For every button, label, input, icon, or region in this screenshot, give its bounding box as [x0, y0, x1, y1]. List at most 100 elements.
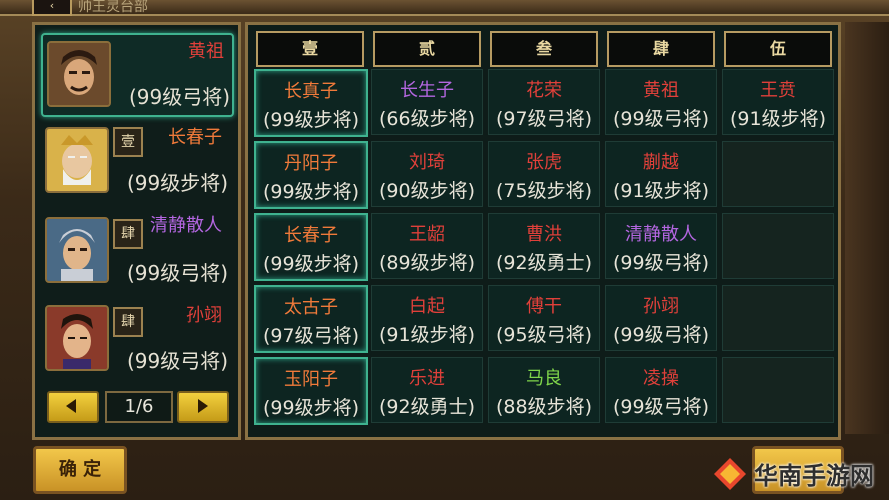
column-header-1: 壹 — [256, 31, 364, 67]
pager: 1/6 — [47, 391, 229, 423]
general-portrait — [45, 127, 109, 193]
cell-general-level: (66级步将) — [378, 108, 475, 130]
prev-page-button[interactable] — [47, 391, 99, 423]
general-card-4[interactable]: 肆 孙翊 (99级弓将) — [41, 299, 230, 379]
formation-grid-panel: 壹 贰 叁 肆 伍 长真子 (99级步将) 长生子 (66级步将) 花荣 (97级弓将) 黄… — [245, 22, 841, 440]
general-level: (99级步将) — [127, 171, 229, 195]
cell-general-level: (75级步将) — [495, 180, 592, 202]
grid-cell[interactable]: 白起 (91级步将) — [371, 285, 483, 351]
confirm-button[interactable]: 确 定 — [33, 446, 127, 494]
grid-cell[interactable]: 傅干 (95级弓将) — [488, 285, 600, 351]
cell-general-level: (95级弓将) — [495, 324, 592, 346]
cell-general-level: (99级步将) — [262, 253, 359, 275]
grid-cell[interactable]: 孙翊 (99级弓将) — [605, 285, 717, 351]
general-level: (99级弓将) — [127, 261, 229, 285]
cell-general-name: 张虎 — [526, 152, 562, 173]
cell-general-name: 刘琦 — [409, 152, 445, 173]
column-header-2: 贰 — [373, 31, 481, 67]
general-card-1[interactable]: 黄祖 (99级弓将) — [41, 33, 234, 117]
cell-general-name: 长生子 — [400, 80, 454, 101]
general-portrait — [47, 41, 111, 107]
cell-general-name: 白起 — [409, 296, 445, 317]
grid-cell[interactable]: 清静散人 (99级弓将) — [605, 213, 717, 279]
cell-general-level: (99级弓将) — [612, 108, 709, 130]
cell-general-name: 丹阳子 — [284, 153, 338, 174]
back-button[interactable]: ‹ — [32, 0, 72, 16]
grid-cell[interactable]: 花荣 (97级弓将) — [488, 69, 600, 135]
general-name: 清静散人 — [150, 215, 222, 236]
cell-general-name: 蒯越 — [643, 152, 679, 173]
cell-general-level: (99级弓将) — [612, 324, 709, 346]
right-edge-decoration — [845, 22, 889, 434]
grid-cell[interactable]: 张虎 (75级步将) — [488, 141, 600, 207]
cell-general-name: 长春子 — [284, 225, 338, 246]
watermark-logo-icon — [714, 458, 746, 490]
page-title: 帅王灵台部 — [78, 0, 148, 15]
column-header-4: 肆 — [607, 31, 715, 67]
cell-general-name: 王贲 — [760, 80, 796, 101]
grid-cell[interactable]: 乐进 (92级勇士) — [371, 357, 483, 423]
cell-general-name: 花荣 — [526, 80, 562, 101]
general-name: 黄祖 — [188, 41, 224, 62]
column-header-3: 叁 — [490, 31, 598, 67]
cell-general-name: 玉阳子 — [284, 369, 338, 390]
next-page-button[interactable] — [177, 391, 229, 423]
general-list-panel: 黄祖 (99级弓将) 壹 长春子 (99级步将) 肆 清静散人 (99级弓将) … — [32, 22, 241, 440]
general-portrait — [45, 305, 109, 371]
grid-cell[interactable]: 黄祖 (99级弓将) — [605, 69, 717, 135]
general-name: 长春子 — [168, 127, 222, 148]
cell-general-level: (99级弓将) — [612, 252, 709, 274]
grid-cell[interactable]: 玉阳子 (99级步将) — [254, 357, 368, 425]
cell-general-name: 太古子 — [284, 297, 338, 318]
cell-general-name: 长真子 — [284, 81, 338, 102]
grid-cell[interactable]: 蒯越 (91级步将) — [605, 141, 717, 207]
cell-general-name: 乐进 — [409, 368, 445, 389]
general-level: (99级弓将) — [127, 349, 229, 373]
cell-general-level: (92级勇士) — [495, 252, 592, 274]
general-level: (99级弓将) — [129, 85, 231, 109]
cell-general-name: 凌操 — [643, 368, 679, 389]
cell-general-level: (91级步将) — [729, 108, 826, 130]
cell-general-name: 孙翊 — [643, 296, 679, 317]
grid-cell[interactable]: 王龆 (89级步将) — [371, 213, 483, 279]
empty-grid-cell[interactable] — [722, 141, 834, 207]
grid-cell[interactable]: 太古子 (97级弓将) — [254, 285, 368, 353]
grid-cell[interactable]: 马良 (88级步将) — [488, 357, 600, 423]
cell-general-level: (91级步将) — [612, 180, 709, 202]
general-card-2[interactable]: 壹 长春子 (99级步将) — [41, 121, 230, 201]
top-bar: ‹ 帅王灵台部 — [0, 0, 889, 16]
empty-grid-cell[interactable] — [722, 357, 834, 423]
general-name: 孙翊 — [186, 305, 222, 326]
cell-general-name: 黄祖 — [643, 80, 679, 101]
empty-grid-cell[interactable] — [722, 213, 834, 279]
column-header-5: 伍 — [724, 31, 832, 67]
arrow-left-icon — [66, 399, 76, 413]
grid-cell[interactable]: 长春子 (99级步将) — [254, 213, 368, 281]
cell-general-level: (99级步将) — [262, 181, 359, 203]
cell-general-level: (99级步将) — [262, 397, 359, 419]
cell-general-name: 曹洪 — [526, 224, 562, 245]
grid-cell[interactable]: 曹洪 (92级勇士) — [488, 213, 600, 279]
cell-general-name: 清静散人 — [625, 224, 697, 245]
general-portrait — [45, 217, 109, 283]
grid-cell[interactable]: 凌操 (99级弓将) — [605, 357, 717, 423]
grid-cell[interactable]: 王贲 (91级步将) — [722, 69, 834, 135]
cell-general-level: (88级步将) — [495, 396, 592, 418]
cell-general-name: 傅干 — [526, 296, 562, 317]
grid-cell[interactable]: 丹阳子 (99级步将) — [254, 141, 368, 209]
grid-cell[interactable]: 长生子 (66级步将) — [371, 69, 483, 135]
grade-badge: 肆 — [113, 219, 143, 249]
cell-general-level: (89级步将) — [378, 252, 475, 274]
page-indicator: 1/6 — [105, 391, 173, 423]
grid-cell[interactable]: 刘琦 (90级步将) — [371, 141, 483, 207]
grade-badge: 壹 — [113, 127, 143, 157]
cell-general-level: (90级步将) — [378, 180, 475, 202]
empty-grid-cell[interactable] — [722, 285, 834, 351]
watermark-text: 华南手游网 — [754, 462, 874, 490]
cell-general-level: (97级弓将) — [262, 325, 359, 347]
grid-cell[interactable]: 长真子 (99级步将) — [254, 69, 368, 137]
cell-general-name: 马良 — [526, 368, 562, 389]
watermark: 华南手游网 — [710, 454, 880, 494]
general-card-3[interactable]: 肆 清静散人 (99级弓将) — [41, 211, 230, 291]
cell-general-level: (99级步将) — [262, 109, 359, 131]
